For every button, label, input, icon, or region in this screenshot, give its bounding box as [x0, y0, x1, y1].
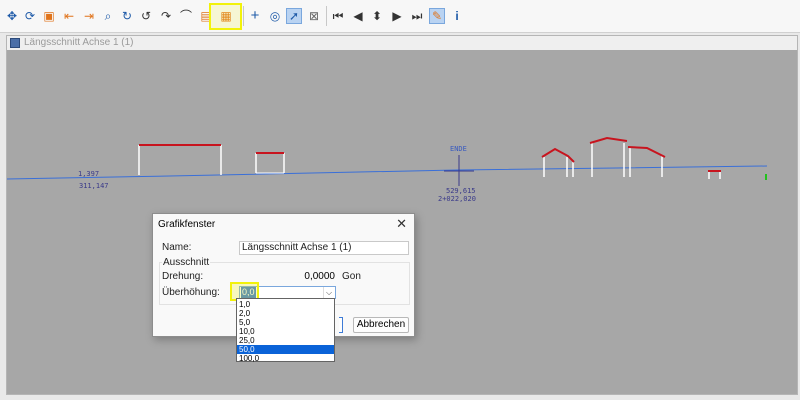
- arc-icon[interactable]: ⌒: [178, 8, 194, 24]
- chevron-down-icon[interactable]: ⌵: [323, 287, 334, 298]
- dropdown-option-selected[interactable]: 50,0: [237, 345, 334, 354]
- window-icon: [10, 38, 20, 48]
- first-icon[interactable]: ⏮: [330, 8, 346, 24]
- cancel-button[interactable]: Abbrechen: [353, 317, 409, 333]
- rotation-value: 0,0000: [304, 271, 335, 282]
- structure: [138, 145, 222, 175]
- next-icon[interactable]: ▶: [389, 8, 405, 24]
- station-value: 1,397: [78, 170, 100, 178]
- exaggeration-label: Überhöhung:: [162, 287, 220, 298]
- exaggeration-dropdown[interactable]: 1,0 2,0 5,0 10,0 25,0 50,0 100,0: [236, 298, 335, 363]
- end-station: 2+022,020: [438, 195, 476, 203]
- separator: [243, 6, 244, 26]
- name-input[interactable]: Längsschnitt Achse 1 (1): [239, 241, 409, 255]
- export-icon[interactable]: ⇥: [81, 8, 97, 24]
- toolbar-highlight: [209, 3, 242, 30]
- dropdown-option[interactable]: 2,0: [237, 309, 334, 318]
- dropdown-option[interactable]: 1,0: [237, 300, 334, 309]
- info-icon[interactable]: i: [449, 8, 465, 24]
- undo-icon[interactable]: ↺: [138, 8, 154, 24]
- dialog-title: Grafikfenster: [158, 219, 216, 230]
- end-label: ENDE: [450, 145, 467, 153]
- section-label: Ausschnitt: [162, 257, 211, 268]
- layers-icon[interactable]: ▣: [41, 8, 57, 24]
- zoom-extents-icon[interactable]: ✥: [4, 8, 20, 24]
- name-label: Name:: [162, 242, 192, 253]
- structure: [708, 172, 721, 179]
- redo-icon[interactable]: ↷: [158, 8, 174, 24]
- dropdown-option[interactable]: 5,0: [237, 318, 334, 327]
- edit-icon[interactable]: ✎: [429, 8, 445, 24]
- structure-roof: [589, 136, 628, 144]
- window-title: Längsschnitt Achse 1 (1): [24, 37, 134, 48]
- graphic-window-titlebar: Längsschnitt Achse 1 (1): [7, 36, 797, 50]
- rotate-icon[interactable]: ↻: [119, 8, 135, 24]
- dropdown-option[interactable]: 10,0: [237, 327, 334, 336]
- structure: [543, 157, 574, 177]
- table-icon[interactable]: ⊠: [306, 8, 322, 24]
- prev-icon[interactable]: ◀: [350, 8, 366, 24]
- last-icon[interactable]: ⏭: [409, 8, 425, 24]
- axis-line: [7, 165, 768, 180]
- refresh-icon[interactable]: ⟳: [22, 8, 38, 24]
- structure: [591, 143, 663, 177]
- updown-icon[interactable]: ⬍: [369, 8, 385, 24]
- import-icon[interactable]: ⇤: [61, 8, 77, 24]
- close-icon[interactable]: ✕: [396, 216, 407, 232]
- structure-roof: [627, 146, 666, 158]
- toolbar: ✥ ⟳ ▣ ⇤ ⇥ ⌕ ↻ ↺ ↷ ⌒ ▤ ▦ + ◎ ➚ ⊠ ⏮ ◀ ⬍ ▶ …: [0, 0, 800, 33]
- structure: [255, 153, 285, 173]
- end-value: 529,615: [446, 187, 476, 195]
- ok-button[interactable]: [339, 317, 343, 333]
- rotation-label: Drehung:: [162, 271, 204, 282]
- zoom-icon[interactable]: ⌕: [100, 8, 116, 24]
- dropdown-option[interactable]: 25,0: [237, 336, 334, 345]
- rotation-unit: Gon: [342, 271, 361, 282]
- add-icon[interactable]: +: [247, 8, 263, 24]
- dropdown-option[interactable]: 100,0: [237, 354, 334, 363]
- station-value: 311,147: [79, 182, 109, 190]
- structure-roof: [541, 147, 575, 163]
- pointer-icon[interactable]: ➚: [286, 8, 302, 24]
- separator: [326, 6, 327, 26]
- globe-icon[interactable]: ◎: [267, 8, 283, 24]
